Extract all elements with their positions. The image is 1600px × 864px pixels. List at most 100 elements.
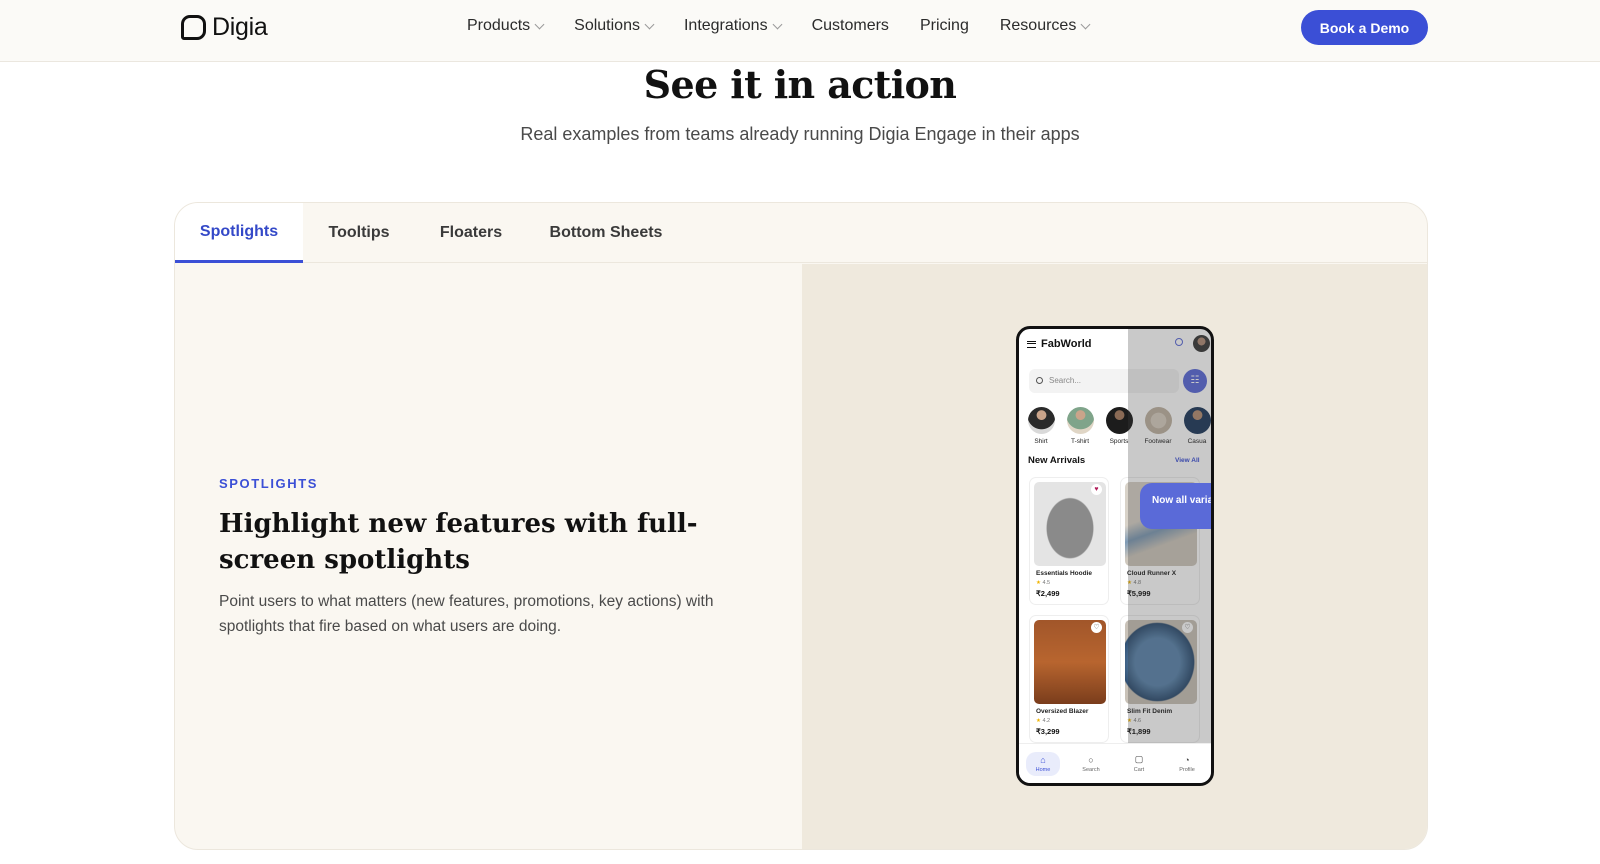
bottom-nav-profile: ◔ Profile <box>1170 755 1204 773</box>
feature-title: Highlight new features with full-screen … <box>219 509 698 575</box>
nav-products[interactable]: Products <box>467 17 545 35</box>
spotlight-tooltip: Now all varia <box>1140 483 1211 529</box>
logo-text: Digia <box>212 13 268 41</box>
product-card: ♡ Oversized Blazer ★ 4.2 ₹3,299 <box>1029 615 1109 743</box>
star-icon: ★ <box>1127 718 1132 724</box>
favorite-icon: ♡ <box>1091 622 1102 633</box>
rating-value: 4.8 <box>1133 580 1142 586</box>
star-icon: ★ <box>1127 580 1132 586</box>
bottom-nav-search: ○ Search <box>1074 755 1108 773</box>
nav-products-label: Products <box>467 17 531 34</box>
bottom-nav-label: Home <box>1035 766 1051 773</box>
logo-icon <box>181 15 206 40</box>
nav-customers-label: Customers <box>811 17 889 34</box>
product-rating: ★ 4.5 <box>1036 580 1050 586</box>
feature-description: Point users to what matters (new feature… <box>219 593 714 635</box>
category-item: T-shirt <box>1066 407 1094 445</box>
nav-pricing[interactable]: Pricing <box>920 17 969 35</box>
logo[interactable]: Digia <box>181 13 268 42</box>
nav-integrations[interactable]: Integrations <box>683 17 783 35</box>
category-list: Shirt T-shirt Sports Footwear Casua <box>1027 407 1211 445</box>
nav-customers[interactable]: Customers <box>812 17 889 35</box>
menu-icon <box>1027 340 1036 348</box>
product-price: ₹3,299 <box>1036 727 1060 736</box>
chevron-down-icon <box>772 19 783 29</box>
tab-floaters[interactable]: Floaters <box>415 203 527 263</box>
nav-links: Products Solutions Integrations Customer… <box>467 17 1091 35</box>
product-rating: ★ 4.6 <box>1127 718 1141 724</box>
tab-tooltips[interactable]: Tooltips <box>303 203 415 263</box>
rating-value: 4.6 <box>1133 718 1142 724</box>
tab-bottom-sheets[interactable]: Bottom Sheets <box>527 203 685 263</box>
tab-spotlights[interactable]: Spotlights <box>175 203 303 263</box>
product-name: Cloud Runner X <box>1127 570 1177 577</box>
category-image <box>1183 407 1211 434</box>
category-item: Shirt <box>1027 407 1055 445</box>
nav-solutions[interactable]: Solutions <box>574 17 655 35</box>
section-title: See it in action <box>643 62 957 107</box>
category-label: Casua <box>1187 438 1207 445</box>
cart-icon: ▢ <box>1134 754 1144 764</box>
product-name: Slim Fit Denim <box>1127 708 1173 715</box>
category-label: Footwear <box>1144 438 1172 445</box>
search-icon: ○ <box>1088 754 1094 765</box>
feature-eyebrow: SPOTLIGHTS <box>219 476 319 491</box>
nav-resources[interactable]: Resources <box>999 17 1091 35</box>
bottom-nav-label: Search <box>1082 766 1100 773</box>
nav-pricing-label: Pricing <box>919 17 969 34</box>
favorite-icon: ♥ <box>1091 484 1102 495</box>
category-item: Casua <box>1183 407 1211 445</box>
top-nav: Digia Products Solutions Integrations Cu… <box>0 0 1600 62</box>
filter-icon: ☷ <box>1183 369 1207 393</box>
profile-icon: ◔ <box>1184 754 1190 765</box>
nav-solutions-label: Solutions <box>574 17 640 34</box>
nav-integrations-label: Integrations <box>683 17 768 34</box>
avatar <box>1193 335 1210 352</box>
rating-value: 4.5 <box>1042 580 1051 586</box>
view-all-link: View All <box>1175 457 1200 464</box>
rating-value: 4.2 <box>1042 718 1051 724</box>
chevron-down-icon <box>1080 19 1091 29</box>
product-rating: ★ 4.2 <box>1036 718 1050 724</box>
tab-bar: Spotlights Tooltips Floaters Bottom Shee… <box>175 203 1427 263</box>
category-item: Footwear <box>1144 407 1172 445</box>
category-label: Sports <box>1109 438 1129 445</box>
category-image <box>1105 407 1133 434</box>
new-arrivals-title: New Arrivals <box>1028 455 1086 466</box>
category-image <box>1066 407 1094 434</box>
feature-description-pane: SPOTLIGHTS Highlight new features with f… <box>175 264 802 849</box>
app-header: FabWorld <box>1027 335 1210 352</box>
product-name: Essentials Hoodie <box>1036 570 1092 577</box>
search-icon <box>1175 338 1183 346</box>
app-search-input: Search... <box>1029 369 1179 393</box>
category-label: Shirt <box>1034 438 1048 445</box>
favorite-icon: ♡ <box>1182 622 1193 633</box>
app-bottom-nav: ⌂ Home ○ Search ▢ Cart ◔ Profile <box>1019 743 1211 783</box>
category-image <box>1144 407 1172 434</box>
category-item: Sports <box>1105 407 1133 445</box>
product-name: Oversized Blazer <box>1036 708 1089 715</box>
phone-mockup: FabWorld Search... ☷ Shirt T-shirt Sport… <box>1016 326 1214 786</box>
product-card: ♥ Essentials Hoodie ★ 4.5 ₹2,499 <box>1029 477 1109 605</box>
product-price: ₹2,499 <box>1036 589 1060 598</box>
bottom-nav-label: Cart <box>1133 767 1145 773</box>
category-label: T-shirt <box>1070 438 1090 445</box>
app-brand: FabWorld <box>1041 338 1092 350</box>
nav-resources-label: Resources <box>999 17 1077 34</box>
home-icon: ⌂ <box>1040 754 1046 765</box>
book-demo-button[interactable]: Book a Demo <box>1301 10 1428 45</box>
section-subtitle: Real examples from teams already running… <box>520 124 1080 144</box>
product-price: ₹5,999 <box>1127 589 1151 598</box>
category-image <box>1027 407 1055 434</box>
bottom-nav-label: Profile <box>1179 766 1195 773</box>
star-icon: ★ <box>1036 718 1041 724</box>
product-rating: ★ 4.8 <box>1127 580 1141 586</box>
product-card: ♡ Slim Fit Denim ★ 4.6 ₹1,899 <box>1120 615 1200 743</box>
bottom-nav-cart: ▢ Cart <box>1122 754 1156 773</box>
star-icon: ★ <box>1036 580 1041 586</box>
feature-preview-pane: FabWorld Search... ☷ Shirt T-shirt Sport… <box>802 264 1427 849</box>
chevron-down-icon <box>534 19 545 29</box>
chevron-down-icon <box>644 19 655 29</box>
bottom-nav-home: ⌂ Home <box>1026 751 1060 776</box>
product-price: ₹1,899 <box>1127 727 1151 736</box>
